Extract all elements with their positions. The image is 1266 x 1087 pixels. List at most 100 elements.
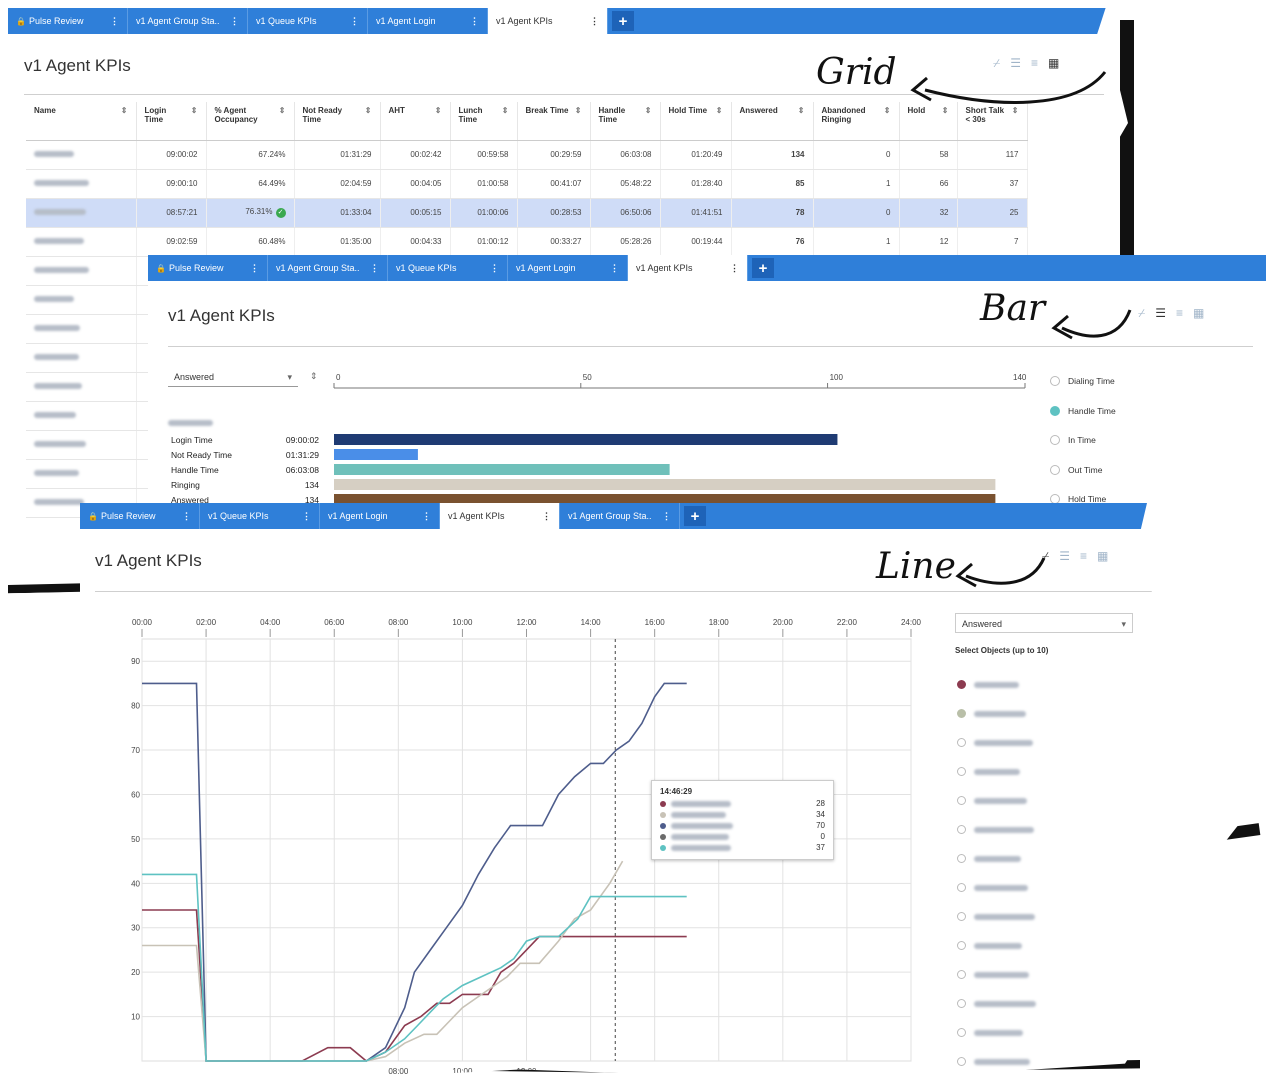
- sort-icon[interactable]: ⇕: [279, 106, 286, 115]
- legend-item[interactable]: In Time: [1050, 435, 1096, 445]
- object-item[interactable]: [957, 883, 1028, 892]
- radio-icon[interactable]: [1050, 405, 1060, 416]
- tab-menu-icon[interactable]: ⋮: [110, 16, 119, 27]
- object-item[interactable]: [957, 796, 1027, 805]
- object-item[interactable]: [957, 999, 1036, 1008]
- column-header[interactable]: ⇕ Handle Time: [590, 102, 661, 141]
- sort-icon[interactable]: ⇕: [645, 106, 652, 115]
- radio-icon[interactable]: [1050, 376, 1060, 386]
- radio-icon[interactable]: [957, 1057, 966, 1066]
- table-row[interactable]: 09:00:02 67.24% 01:31:29 00:02:42 00:59:58 00…: [26, 140, 1028, 170]
- column-header[interactable]: ⇕ AHT: [380, 102, 451, 141]
- table-cell: 05:28:26: [590, 227, 661, 257]
- bar-view-icon[interactable]: ☰: [1059, 549, 1070, 564]
- object-item[interactable]: [957, 680, 1019, 689]
- sort-icon[interactable]: ⇕: [502, 106, 509, 115]
- sort-icon[interactable]: ⇕: [121, 106, 128, 115]
- object-item[interactable]: [957, 970, 1029, 979]
- grid-view-icon[interactable]: ▦: [1097, 549, 1108, 564]
- column-header[interactable]: ⇕ Login Time: [136, 102, 207, 141]
- table-cell: 00:28:53: [517, 198, 591, 228]
- radio-icon[interactable]: [957, 854, 966, 863]
- tooltip-row: 37: [660, 842, 825, 853]
- series-dot-icon[interactable]: [957, 709, 966, 718]
- sort-icon[interactable]: ⇕: [191, 106, 198, 115]
- table-row[interactable]: 08:57:21 76.31% ✓ 01:33:04 00:05:15 01:00:06 0…: [26, 198, 1028, 228]
- x-tick-label: 50: [583, 373, 592, 382]
- object-item[interactable]: [957, 941, 1022, 950]
- object-item[interactable]: [957, 825, 1034, 834]
- table-row[interactable]: 09:02:59 60.48% 01:35:00 00:04:33 01:00:12 00…: [26, 227, 1028, 257]
- sort-icon[interactable]: ⇕: [435, 106, 442, 115]
- tab-menu-icon[interactable]: ⋮: [230, 16, 239, 27]
- bar[interactable]: [334, 464, 670, 475]
- column-header-label: Hold Time: [668, 106, 708, 115]
- column-header[interactable]: ⇕ Abandoned Ringing: [813, 102, 900, 141]
- legend-item[interactable]: Dialing Time: [1050, 376, 1115, 386]
- object-item[interactable]: [957, 1057, 1030, 1066]
- table-row[interactable]: 09:00:10 64.49% 02:04:59 00:04:05 01:00:58 00…: [26, 169, 1028, 199]
- bar[interactable]: [334, 479, 996, 490]
- add-tab-button[interactable]: +: [612, 11, 634, 31]
- tab-menu-icon[interactable]: ⋮: [470, 16, 479, 27]
- column-header[interactable]: ⇕ Lunch Time: [450, 102, 518, 141]
- radio-icon[interactable]: [957, 999, 966, 1008]
- tab-queue-kpis[interactable]: v1 Queue KPIs ⋮: [248, 8, 368, 34]
- column-header[interactable]: ⇕ Not Ready Time: [294, 102, 381, 141]
- series-dot-icon: [660, 833, 666, 840]
- column-header[interactable]: ⇕ % Agent Occupancy: [206, 102, 295, 141]
- object-item[interactable]: [957, 912, 1035, 921]
- x-tick-label: 16:00: [645, 618, 666, 627]
- sort-icon[interactable]: ⇕: [575, 106, 582, 115]
- legend-item[interactable]: Out Time: [1050, 464, 1102, 475]
- radio-icon[interactable]: [957, 883, 966, 892]
- column-header[interactable]: ⇕ Hold Time: [660, 102, 732, 141]
- sort-icon[interactable]: ⇕: [884, 106, 891, 115]
- column-header[interactable]: ⇕ Break Time: [517, 102, 591, 141]
- tab-pulse-review[interactable]: 🔒 Pulse Review ⋮: [8, 8, 128, 34]
- radio-icon[interactable]: [957, 796, 966, 805]
- radio-icon[interactable]: [957, 970, 966, 979]
- radio-icon[interactable]: [1050, 464, 1060, 475]
- stacked-view-icon[interactable]: ≡: [1080, 549, 1087, 564]
- series-dot-icon[interactable]: [957, 680, 966, 689]
- tab-agent-kpis[interactable]: v1 Agent KPIs ⋮: [488, 8, 608, 34]
- table-cell: 00:33:27: [517, 227, 591, 257]
- legend-item[interactable]: Hold Time: [1050, 494, 1106, 504]
- column-header[interactable]: ⇕ Name: [26, 102, 137, 141]
- legend-item[interactable]: Handle Time: [1050, 405, 1116, 416]
- object-item[interactable]: [957, 709, 1026, 718]
- tooltip-time: 14:46:29: [660, 787, 693, 796]
- radio-icon[interactable]: [957, 912, 966, 921]
- sort-icon[interactable]: ⇕: [365, 106, 372, 115]
- tab-menu-icon[interactable]: ⋮: [590, 16, 599, 27]
- tab-agent-group[interactable]: v1 Agent Group Sta.. ⋮: [128, 8, 248, 34]
- x-tick-label: 18:00: [709, 618, 730, 627]
- radio-icon[interactable]: [1050, 494, 1060, 504]
- radio-icon[interactable]: [957, 825, 966, 834]
- column-header-label: Not Ready Time: [302, 106, 343, 124]
- table-cell: 37: [957, 169, 1028, 199]
- object-item[interactable]: [957, 738, 1033, 747]
- radio-icon[interactable]: [1050, 435, 1060, 445]
- tab-menu-icon[interactable]: ⋮: [350, 16, 359, 27]
- radio-icon[interactable]: [957, 767, 966, 776]
- radio-icon[interactable]: [957, 1028, 966, 1037]
- column-header[interactable]: ⇕ Answered: [731, 102, 814, 141]
- object-item[interactable]: [957, 854, 1021, 863]
- metric-select[interactable]: Answered ▾: [955, 613, 1133, 633]
- sort-icon[interactable]: ⇕: [716, 106, 723, 115]
- sort-icon[interactable]: ⇕: [798, 106, 805, 115]
- table-cell: 00:02:42: [380, 140, 451, 170]
- object-item[interactable]: [957, 1028, 1023, 1037]
- bar[interactable]: [334, 434, 838, 445]
- table-cell: 76: [731, 227, 814, 257]
- column-header-label: Break Time: [525, 106, 569, 115]
- radio-icon[interactable]: [957, 941, 966, 950]
- radio-icon[interactable]: [957, 738, 966, 747]
- x-tick-label: 08:00: [388, 618, 409, 627]
- tab-agent-login[interactable]: v1 Agent Login ⋮: [368, 8, 488, 34]
- y-tick-label: 20: [131, 968, 140, 977]
- bar[interactable]: [334, 449, 418, 460]
- object-item[interactable]: [957, 767, 1020, 776]
